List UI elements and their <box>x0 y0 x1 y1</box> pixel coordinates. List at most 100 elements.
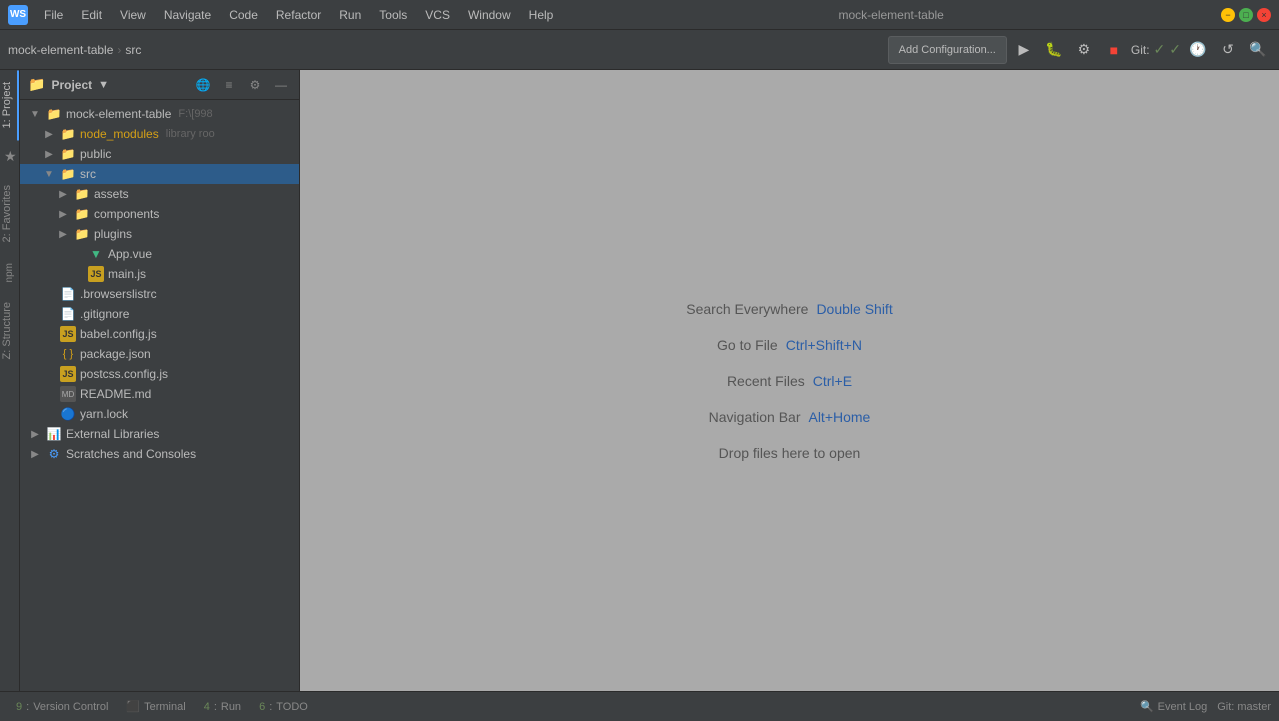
git-status-label: Git: master <box>1217 701 1271 713</box>
close-button[interactable]: × <box>1257 8 1271 22</box>
vtab-project[interactable]: 1: Project <box>0 70 19 140</box>
tree-item-plugins[interactable]: ▶ 📁 plugins <box>20 224 299 244</box>
tree-item-app-vue[interactable]: ▼ App.vue <box>20 244 299 264</box>
tree-item-browserslistrc[interactable]: 📄 .browserslistrc <box>20 284 299 304</box>
bottom-tab-event-log[interactable]: 🔍 Event Log <box>1132 698 1215 715</box>
tree-item-src[interactable]: ▼ 📁 src <box>20 164 299 184</box>
tree-item-components[interactable]: ▶ 📁 components <box>20 204 299 224</box>
tree-item-scratches[interactable]: ▶ ⚙ Scratches and Consoles <box>20 444 299 464</box>
tree-item-postcss-config[interactable]: JS postcss.config.js <box>20 364 299 384</box>
tree-label-package-json: package.json <box>80 347 151 361</box>
tree-arrow-babel-config <box>42 327 56 341</box>
tree-item-readme[interactable]: MD README.md <box>20 384 299 404</box>
panel-collapse-button[interactable]: — <box>271 75 291 95</box>
git-section: Git: ✓ ✓ 🕐 ↺ <box>1131 37 1241 63</box>
tree-item-babel-config[interactable]: JS babel.config.js <box>20 324 299 344</box>
tree-label-plugins: plugins <box>94 227 132 241</box>
tree-arrow-browserslistrc <box>42 287 56 301</box>
menu-edit[interactable]: Edit <box>73 6 110 24</box>
dot-file-icon: 📄 <box>60 286 76 302</box>
ext-libs-icon: 📊 <box>46 426 62 442</box>
bottom-tab-version-control[interactable]: 9 : Version Control <box>8 699 116 715</box>
tree-arrow-assets: ▶ <box>56 187 70 201</box>
vtab-favorites[interactable]: 2: Favorites <box>0 173 19 254</box>
add-configuration-button[interactable]: Add Configuration... <box>888 36 1007 64</box>
navigation-bar-label: Navigation Bar <box>709 409 801 425</box>
tree-label-postcss-config: postcss.config.js <box>80 367 168 381</box>
tree-label-components: components <box>94 207 159 221</box>
main-layout: 1: Project ★ 2: Favorites npm Z: Structu… <box>0 70 1279 691</box>
git-status: Git: master <box>1217 701 1271 713</box>
recent-files-row: Recent Files Ctrl+E <box>727 373 852 389</box>
menu-file[interactable]: File <box>36 6 71 24</box>
coverage-button[interactable]: ⚙ <box>1071 37 1097 63</box>
bottom-tab-vc-sep: : <box>26 701 29 713</box>
tree-label-yarn-lock: yarn.lock <box>80 407 128 421</box>
menu-refactor[interactable]: Refactor <box>268 6 329 24</box>
folder-icon-src: 📁 <box>60 166 76 182</box>
panel-dropdown[interactable]: ▼ <box>98 79 109 91</box>
search-everywhere-button[interactable]: 🔍 <box>1245 37 1271 63</box>
md-file-icon: MD <box>60 386 76 402</box>
tree-label-root-path: F:\[998 <box>175 108 212 120</box>
tree-arrow-scratches: ▶ <box>28 447 42 461</box>
vtab-bookmark-icon[interactable]: ★ <box>0 140 19 173</box>
tree-label-scratches: Scratches and Consoles <box>66 447 196 461</box>
menu-view[interactable]: View <box>112 6 154 24</box>
vue-file-icon: ▼ <box>88 246 104 262</box>
tree-item-external-libraries[interactable]: ▶ 📊 External Libraries <box>20 424 299 444</box>
breadcrumb: mock-element-table › src <box>8 43 141 57</box>
tree-item-package-json[interactable]: { } package.json <box>20 344 299 364</box>
menu-vcs[interactable]: VCS <box>417 6 458 24</box>
panel-settings-button[interactable]: ⚙ <box>245 75 265 95</box>
tree-item-yarn-lock[interactable]: 🔵 yarn.lock <box>20 404 299 424</box>
tree-item-main-js[interactable]: JS main.js <box>20 264 299 284</box>
project-panel: 📁 Project ▼ 🌐 ≡ ⚙ — ▼ 📁 mock-element-tab… <box>20 70 300 691</box>
menu-window[interactable]: Window <box>460 6 519 24</box>
breadcrumb-sep: › <box>117 43 121 57</box>
tree-item-node-modules[interactable]: ▶ 📁 node_modules library roo <box>20 124 299 144</box>
menu-help[interactable]: Help <box>521 6 562 24</box>
git-revert-button[interactable]: ↺ <box>1215 37 1241 63</box>
breadcrumb-root[interactable]: mock-element-table <box>8 43 113 57</box>
run-button[interactable]: ▶ <box>1011 37 1037 63</box>
vtab-npm-icon[interactable]: npm <box>0 255 19 290</box>
menu-navigate[interactable]: Navigate <box>156 6 219 24</box>
folder-icon-components: 📁 <box>74 206 90 222</box>
drop-files-row: Drop files here to open <box>719 445 861 461</box>
folder-icon-node-modules: 📁 <box>60 126 76 142</box>
minimize-button[interactable]: − <box>1221 8 1235 22</box>
yarn-file-icon: 🔵 <box>60 406 76 422</box>
debug-button[interactable]: 🐛 <box>1041 37 1067 63</box>
menu-tools[interactable]: Tools <box>371 6 415 24</box>
bottom-bar: 9 : Version Control ⬛ Terminal 4 : Run 6… <box>0 691 1279 721</box>
json-file-icon: { } <box>60 346 76 362</box>
menu-run[interactable]: Run <box>331 6 369 24</box>
tree-item-public[interactable]: ▶ 📁 public <box>20 144 299 164</box>
bottom-tab-todo-num: 6 <box>259 701 265 713</box>
git-history-button[interactable]: 🕐 <box>1185 37 1211 63</box>
window-title: mock-element-table <box>569 8 1213 22</box>
tree-label-public: public <box>80 147 111 161</box>
bottom-tab-run[interactable]: 4 : Run <box>196 699 249 715</box>
tree-item-root[interactable]: ▼ 📁 mock-element-table F:\[998 <box>20 104 299 124</box>
tree-label-node-modules: node_modules <box>80 127 159 141</box>
tree-label-browserslistrc: .browserslistrc <box>80 287 157 301</box>
tree-item-assets[interactable]: ▶ 📁 assets <box>20 184 299 204</box>
bottom-tab-todo[interactable]: 6 : TODO <box>251 699 316 715</box>
goto-file-shortcut: Ctrl+Shift+N <box>786 337 862 353</box>
maximize-button[interactable]: □ <box>1239 8 1253 22</box>
panel-add-button[interactable]: 🌐 <box>193 75 213 95</box>
file-tree: ▼ 📁 mock-element-table F:\[998 ▶ 📁 node_… <box>20 100 299 691</box>
breadcrumb-src[interactable]: src <box>125 43 141 57</box>
babel-file-icon: JS <box>60 326 76 342</box>
stop-button[interactable]: ■ <box>1101 37 1127 63</box>
search-everywhere-shortcut: Double Shift <box>816 301 892 317</box>
vtab-structure[interactable]: Z: Structure <box>0 290 19 371</box>
panel-gear-button[interactable]: ≡ <box>219 75 239 95</box>
navigation-bar-shortcut: Alt+Home <box>808 409 870 425</box>
bottom-tab-terminal[interactable]: ⬛ Terminal <box>118 698 193 715</box>
tree-label-assets: assets <box>94 187 129 201</box>
tree-item-gitignore[interactable]: 📄 .gitignore <box>20 304 299 324</box>
menu-code[interactable]: Code <box>221 6 266 24</box>
